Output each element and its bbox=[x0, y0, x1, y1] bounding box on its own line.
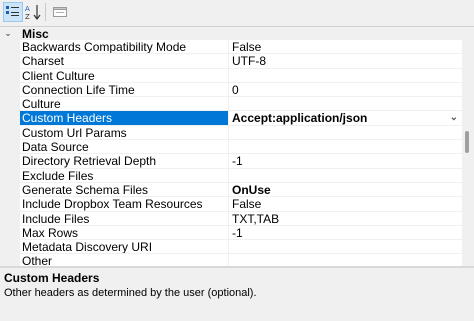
property-name[interactable]: Max Rows bbox=[20, 225, 229, 241]
property-value[interactable] bbox=[229, 126, 462, 141]
property-value[interactable]: Accept:application/json ⌄ bbox=[229, 111, 462, 126]
property-value-text: Accept:application/json bbox=[232, 111, 368, 126]
property-value[interactable]: False bbox=[229, 197, 462, 212]
property-value[interactable]: TXT,TAB bbox=[229, 212, 462, 226]
property-value-text: UTF-8 bbox=[232, 54, 266, 69]
scrollbar-thumb[interactable] bbox=[465, 131, 469, 153]
row-gutter bbox=[0, 125, 20, 141]
property-pages-button[interactable] bbox=[50, 2, 70, 22]
property-row[interactable]: Directory Retrieval Depth -1 bbox=[0, 154, 462, 169]
property-value[interactable]: -1 bbox=[229, 154, 462, 169]
property-row[interactable]: Custom Headers Accept:application/json ⌄ bbox=[0, 111, 462, 126]
property-rows: Backwards Compatibility Mode False Charset… bbox=[0, 40, 462, 266]
row-gutter bbox=[0, 168, 20, 183]
property-name[interactable]: Directory Retrieval Depth bbox=[20, 154, 229, 169]
row-gutter bbox=[0, 154, 20, 169]
property-row[interactable]: Client Culture bbox=[0, 68, 462, 83]
property-value[interactable] bbox=[229, 254, 462, 266]
property-value[interactable] bbox=[229, 240, 462, 255]
property-value[interactable] bbox=[229, 140, 462, 155]
property-value-text: False bbox=[232, 197, 262, 212]
row-gutter bbox=[0, 197, 20, 212]
svg-text:Z: Z bbox=[25, 13, 30, 21]
description-pane: Custom Headers Other headers as determin… bbox=[0, 266, 474, 321]
row-gutter bbox=[0, 111, 20, 126]
property-value[interactable]: UTF-8 bbox=[229, 54, 462, 69]
row-gutter bbox=[0, 254, 20, 266]
property-row[interactable]: Include Dropbox Team Resources False bbox=[0, 197, 462, 212]
property-value-text: TXT,TAB bbox=[232, 211, 280, 226]
row-gutter bbox=[0, 182, 20, 198]
property-name[interactable]: Metadata Discovery URI bbox=[20, 240, 229, 255]
property-row[interactable]: Exclude Files bbox=[0, 168, 462, 183]
row-gutter bbox=[0, 40, 20, 55]
svg-text:A: A bbox=[25, 5, 30, 13]
property-value[interactable] bbox=[229, 97, 462, 112]
property-name[interactable]: Include Files bbox=[20, 211, 229, 226]
property-grid: ⌄ Misc Backwards Compatibility Mode False… bbox=[0, 26, 474, 266]
property-name[interactable]: Data Source bbox=[20, 140, 229, 155]
property-row[interactable]: Max Rows -1 bbox=[0, 225, 462, 241]
description-text: Other headers as determined by the user … bbox=[4, 287, 257, 299]
property-row[interactable]: Custom Url Params bbox=[0, 125, 462, 141]
row-gutter bbox=[0, 82, 20, 98]
property-name[interactable]: Custom Headers bbox=[20, 111, 229, 126]
vertical-scrollbar[interactable] bbox=[462, 27, 474, 266]
property-value[interactable]: 0 bbox=[229, 82, 462, 98]
property-row[interactable]: Backwards Compatibility Mode False bbox=[0, 40, 462, 55]
property-name[interactable]: Exclude Files bbox=[20, 168, 229, 183]
categorized-view-button[interactable] bbox=[3, 2, 23, 22]
property-row[interactable]: Data Source bbox=[0, 140, 462, 155]
property-row[interactable]: Other bbox=[0, 254, 462, 266]
property-name[interactable]: Connection Life Time bbox=[20, 82, 229, 98]
property-row[interactable]: Generate Schema Files OnUse bbox=[0, 182, 462, 198]
row-gutter bbox=[0, 68, 20, 83]
property-name[interactable]: Client Culture bbox=[20, 68, 229, 83]
property-row[interactable]: Connection Life Time 0 bbox=[0, 82, 462, 98]
alphabetical-sort-icon: A Z bbox=[25, 5, 41, 21]
property-grid-toolbar: A Z bbox=[0, 0, 474, 26]
property-name[interactable]: Other bbox=[20, 254, 229, 266]
row-gutter bbox=[0, 97, 20, 112]
row-gutter bbox=[0, 211, 20, 226]
property-value[interactable] bbox=[229, 69, 462, 83]
dropdown-chevron-icon[interactable]: ⌄ bbox=[450, 111, 458, 124]
property-value[interactable]: OnUse bbox=[229, 182, 462, 198]
property-name[interactable]: Include Dropbox Team Resources bbox=[20, 197, 229, 212]
property-row[interactable]: Charset UTF-8 bbox=[0, 54, 462, 69]
property-row[interactable]: Metadata Discovery URI bbox=[0, 240, 462, 255]
property-name[interactable]: Charset bbox=[20, 54, 229, 69]
property-name[interactable]: Custom Url Params bbox=[20, 125, 229, 141]
property-value-text: OnUse bbox=[232, 182, 271, 197]
row-gutter bbox=[0, 240, 20, 255]
property-value[interactable]: False bbox=[229, 40, 462, 55]
row-gutter bbox=[0, 54, 20, 69]
category-header-misc[interactable]: ⌄ Misc bbox=[0, 26, 462, 41]
row-gutter bbox=[0, 225, 20, 241]
category-label: Misc bbox=[22, 26, 49, 41]
property-value-text: -1 bbox=[232, 154, 243, 169]
property-name[interactable]: Generate Schema Files bbox=[20, 182, 229, 198]
property-value[interactable]: -1 bbox=[229, 225, 462, 241]
toolbar-separator bbox=[45, 3, 46, 21]
description-title: Custom Headers bbox=[4, 271, 100, 285]
alphabetical-sort-button[interactable]: A Z bbox=[23, 2, 43, 22]
property-row[interactable]: Culture bbox=[0, 97, 462, 112]
property-name[interactable]: Backwards Compatibility Mode bbox=[20, 40, 229, 55]
row-gutter bbox=[0, 140, 20, 155]
property-value-text: 0 bbox=[232, 82, 239, 97]
property-name[interactable]: Culture bbox=[20, 97, 229, 112]
property-row[interactable]: Include Files TXT,TAB bbox=[0, 211, 462, 226]
property-value-text: -1 bbox=[232, 225, 243, 240]
property-value-text: False bbox=[232, 40, 262, 54]
property-value[interactable] bbox=[229, 169, 462, 183]
categorized-view-icon bbox=[6, 6, 19, 16]
collapse-chevron-icon[interactable]: ⌄ bbox=[0, 28, 16, 39]
property-pages-icon bbox=[53, 7, 67, 17]
